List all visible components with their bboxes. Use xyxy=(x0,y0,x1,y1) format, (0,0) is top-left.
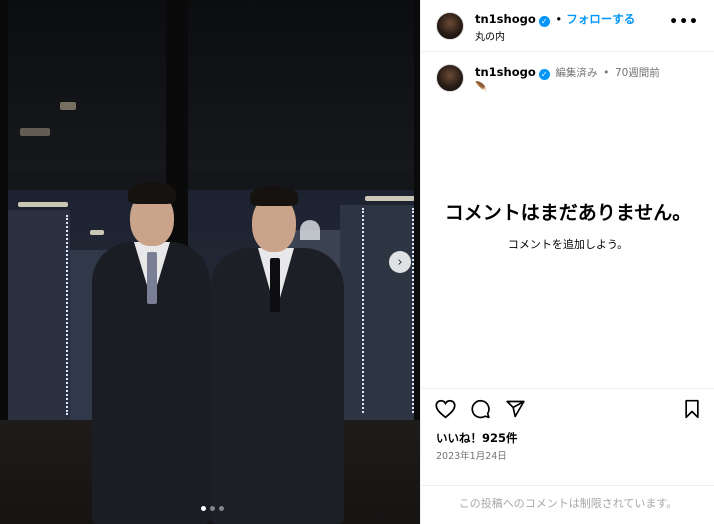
chevron-right-icon: › xyxy=(397,254,403,270)
carousel-dots xyxy=(201,506,224,511)
avatar[interactable] xyxy=(436,12,464,40)
share-icon[interactable] xyxy=(505,399,526,419)
post-side-panel: tn1shogo ✓ • フォローする 丸の内 ••• tn1shogo ✓ 編集済み… xyxy=(420,0,714,524)
comments-restricted-notice: この投稿へのコメントは制限されています。 xyxy=(421,485,714,519)
ceiling-light xyxy=(20,128,50,136)
light xyxy=(18,202,68,207)
verified-badge-icon: ✓ xyxy=(538,16,550,27)
separator: • xyxy=(555,12,563,26)
more-options-icon[interactable]: ••• xyxy=(669,14,699,30)
ceiling xyxy=(0,0,420,170)
post-header: tn1shogo ✓ • フォローする 丸の内 ••• xyxy=(421,0,714,52)
header-top-line: tn1shogo ✓ • フォローする xyxy=(475,11,635,27)
light xyxy=(365,196,415,201)
empty-comments-subtitle: コメントを追加しよう。 xyxy=(507,238,629,251)
location-link[interactable]: 丸の内 xyxy=(475,28,505,43)
edited-label: 編集済み xyxy=(555,67,598,79)
tie xyxy=(147,252,157,304)
avatar[interactable] xyxy=(436,64,464,92)
bookmark-icon[interactable] xyxy=(683,399,701,419)
carousel-dot xyxy=(219,506,224,511)
hair xyxy=(250,186,298,206)
carousel-dot xyxy=(210,506,215,511)
separator: • xyxy=(603,67,610,79)
username-link[interactable]: tn1shogo xyxy=(475,12,536,26)
person-right xyxy=(206,182,344,524)
post-actions: いいね！925件 2023年1月24日 この投稿へのコメントは制限されています。 xyxy=(421,388,714,518)
tie xyxy=(270,258,280,312)
post-time-link[interactable]: 70週間前 xyxy=(615,67,660,79)
comment-icon[interactable] xyxy=(470,399,491,419)
empty-comments: コメントはまだありません。 コメントを追加しよう。 xyxy=(421,200,714,252)
post-date[interactable]: 2023年1月24日 xyxy=(436,448,507,462)
action-icons xyxy=(435,399,526,419)
post-image[interactable]: › xyxy=(0,0,420,524)
building-lights xyxy=(362,208,414,413)
caption-text: 🪶 xyxy=(475,82,488,93)
hair xyxy=(128,182,176,204)
verified-badge-icon: ✓ xyxy=(538,69,550,80)
caption-line: tn1shogo ✓ 編集済み • 70週間前 xyxy=(475,65,660,80)
username-link[interactable]: tn1shogo xyxy=(475,65,536,79)
person-left xyxy=(92,180,212,524)
carousel-dot xyxy=(201,506,206,511)
ceiling-light xyxy=(60,102,76,110)
likes-count[interactable]: いいね！925件 xyxy=(436,430,518,446)
building-lights xyxy=(6,215,68,415)
carousel-next-button[interactable]: › xyxy=(389,251,411,273)
empty-comments-title: コメントはまだありません。 xyxy=(444,202,692,224)
follow-button[interactable]: フォローする xyxy=(566,12,635,26)
heart-icon[interactable] xyxy=(435,399,456,419)
